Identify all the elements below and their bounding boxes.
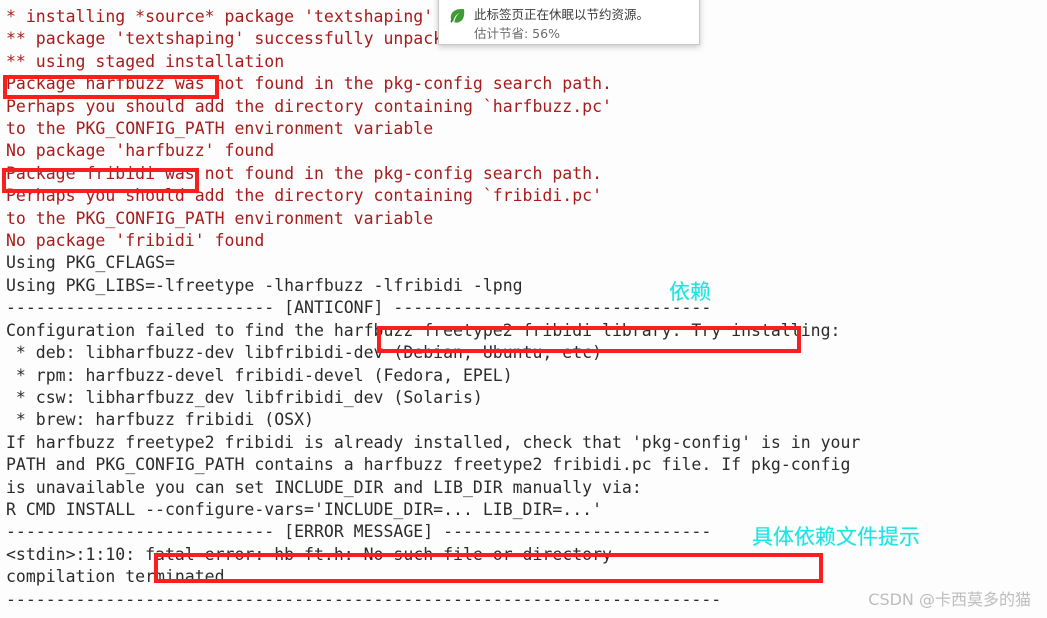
tab-sleep-title: 此标签页正在休眠以节约资源。 bbox=[474, 7, 650, 22]
green-leaf-icon bbox=[449, 7, 466, 24]
annotation-dependency: 依赖 bbox=[669, 280, 711, 304]
terminal-line: Perhaps you should add the directory con… bbox=[6, 96, 612, 116]
terminal-line: * csw: libharfbuzz_dev libfribidi_dev (S… bbox=[6, 387, 483, 407]
terminal-line: Perhaps you should add the directory con… bbox=[6, 186, 603, 206]
annotation-dependency-file: 具体依赖文件提示 bbox=[752, 525, 920, 549]
terminal-line: to the PKG_CONFIG_PATH environment varia… bbox=[6, 208, 434, 228]
terminal-line: to the PKG_CONFIG_PATH environment varia… bbox=[6, 119, 434, 139]
terminal-line: R CMD INSTALL --configure-vars='INCLUDE_… bbox=[6, 499, 603, 519]
tab-sleep-tooltip-text: 此标签页正在休眠以节约资源。 估计节省: 56% bbox=[474, 6, 649, 42]
terminal-line: ** using staged installation bbox=[6, 51, 285, 71]
terminal-line: * deb: libharfbuzz-dev libfribidi-dev (D… bbox=[6, 343, 603, 363]
terminal-line: Using PKG_LIBS=-lfreetype -lharfbuzz -lf… bbox=[6, 275, 523, 295]
terminal-line: --------------------------- [ANTICONF] -… bbox=[6, 298, 712, 318]
tab-sleep-tooltip: 此标签页正在休眠以节约资源。 估计节省: 56% bbox=[438, 0, 700, 45]
screenshot-root: * installing *source* package 'textshapi… bbox=[0, 0, 1047, 618]
terminal-line: Using PKG_CFLAGS= bbox=[6, 253, 175, 273]
tab-sleep-savings: 估计节省: 56% bbox=[474, 26, 560, 41]
terminal-line: No package 'fribidi' found bbox=[6, 231, 265, 251]
terminal-line: Package fribidi was not found in the pkg… bbox=[6, 163, 603, 183]
terminal-line: If harfbuzz freetype2 fribidi is already… bbox=[6, 432, 861, 452]
terminal-line: PATH and PKG_CONFIG_PATH contains a harf… bbox=[6, 455, 851, 475]
terminal-line: * rpm: harfbuzz-devel fribidi-devel (Fed… bbox=[6, 365, 513, 385]
terminal-line: Configuration failed to find the harfbuz… bbox=[6, 320, 841, 340]
terminal-line: is unavailable you can set INCLUDE_DIR a… bbox=[6, 477, 642, 497]
csdn-watermark: CSDN @卡西莫多的猫 bbox=[868, 590, 1031, 609]
terminal-line: No package 'harfbuzz' found bbox=[6, 141, 275, 161]
terminal-line: Package harfbuzz was not found in the pk… bbox=[6, 74, 612, 94]
terminal-line: * brew: harfbuzz fribidi (OSX) bbox=[6, 410, 314, 430]
